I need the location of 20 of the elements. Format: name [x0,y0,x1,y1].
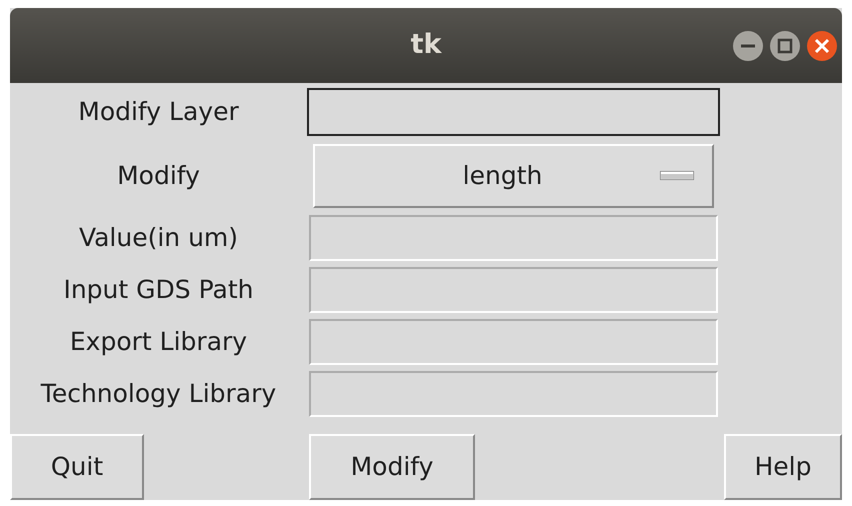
dropdown-button[interactable]: length [313,144,714,208]
field-label: Export Library [68,326,248,358]
minimize-icon[interactable] [732,30,764,62]
close-icon[interactable] [806,30,838,62]
field-label: Modify [116,160,201,192]
window-title: tk [410,28,442,62]
dropdown-indicator-icon [660,171,694,180]
text-field[interactable] [309,214,718,260]
maximize-icon[interactable] [769,30,801,62]
text-field[interactable] [307,88,720,136]
text-field[interactable] [309,371,718,417]
text-field[interactable] [309,267,718,313]
field-label: Modify Layer [77,96,240,128]
field-label: Technology Library [40,378,278,410]
push-button[interactable]: Help [724,434,842,500]
text-field[interactable] [309,319,718,365]
push-button[interactable]: Modify [309,434,475,500]
field-label: Input GDS Path [62,274,255,306]
push-button[interactable]: Quit [10,434,144,500]
field-label: Value(in um) [78,222,240,254]
